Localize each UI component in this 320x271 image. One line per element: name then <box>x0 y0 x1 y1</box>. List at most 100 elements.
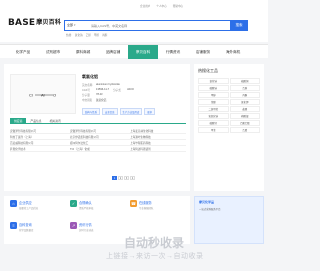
supplier-name[interactable]: 上海麦克林生化科技 <box>130 129 186 133</box>
hot-chemical-link[interactable]: 甲苯 <box>198 127 229 133</box>
property-key: 分子量 <box>82 93 90 97</box>
property-row: 中文别名 氯氧化铝 <box>82 97 186 102</box>
product-tag[interactable]: 更多 <box>144 108 156 115</box>
feature-desc: 海量化工产品供应 <box>19 206 39 210</box>
tab-2[interactable]: 相关资讯 <box>46 118 65 123</box>
property-value: 78.43 <box>96 93 103 96</box>
search-button[interactable]: 搜索 <box>230 20 248 31</box>
feature-desc: 实时行业动态 <box>79 228 94 232</box>
search-box: 全部 搜索 <box>64 20 248 31</box>
svg-text:Al: Al <box>41 93 45 98</box>
hot-chemical-link[interactable]: 氢氧化钠 <box>198 113 229 119</box>
factory-icon: ⌂ <box>10 200 17 207</box>
nav-item[interactable]: 海外商机 <box>218 45 248 59</box>
nav-item[interactable]: 店铺服务 <box>188 45 218 59</box>
chart-icon: ↗ <box>70 222 77 229</box>
page-button[interactable]: 3 <box>124 176 129 180</box>
headset-icon: ☎ <box>130 200 137 207</box>
hot-link[interactable]: 氯化钠 <box>75 33 83 37</box>
pagination: 1234 <box>112 176 135 180</box>
feature-title: 百科查询 <box>19 223 32 227</box>
hot-link[interactable]: 乙醇 <box>86 33 91 37</box>
feature-title: 合规确认 <box>79 201 92 205</box>
hot-chemical-link[interactable]: 氯化钠 <box>198 78 229 84</box>
feature-text: 在线服务 专业客服团队 <box>139 200 153 210</box>
promo-title: 摩贝化学品 <box>199 200 215 204</box>
feature-title: 资讯行情 <box>79 223 92 227</box>
feature-desc: 专业客服团队 <box>139 206 154 210</box>
hot-chemical-link[interactable]: 硝酸银 <box>229 113 260 119</box>
supplier-name[interactable]: 上海毕得医药科技 <box>130 141 186 145</box>
hot-link[interactable]: 丙酮 <box>102 33 107 37</box>
tab-0[interactable]: 供应商 <box>10 118 27 123</box>
supplier-name[interactable]: 郑州阿尔法化工 <box>70 141 130 145</box>
supplier-name[interactable]: TCI（上海）化成 <box>70 147 130 151</box>
nav-item[interactable]: 摩贝百科 <box>128 45 158 59</box>
supplier-name[interactable]: 安徽泽升科技有限公司 <box>10 129 70 133</box>
hot-chemical-link[interactable]: 乙醇 <box>229 85 260 91</box>
hot-chemical-link[interactable]: 甲醇 <box>198 92 229 98</box>
nav-item[interactable]: 化学产品 <box>8 45 38 59</box>
search-category-select[interactable]: 全部 <box>67 23 76 27</box>
hot-chemical-link[interactable]: 乙腈 <box>229 127 260 133</box>
property-key: CAS号 <box>82 88 90 92</box>
top-link[interactable]: 企业用户 <box>140 4 150 8</box>
shield-icon: ✓ <box>70 200 77 207</box>
logo-text: BASE <box>8 18 36 28</box>
watermark: 自动秒收录 上链接→来访一次→自动收录 <box>98 234 268 264</box>
top-link[interactable]: 帮助中心 <box>173 4 183 8</box>
hot-link[interactable]: 甲醇 <box>94 33 99 37</box>
molecule-structure-icon: Cl Al O <box>29 93 56 98</box>
nav-item[interactable]: 原料商城 <box>68 45 98 59</box>
hot-chemical-link[interactable]: 二氯甲烷 <box>198 106 229 112</box>
supplier-name[interactable]: 萨恩化学技术 <box>10 147 70 151</box>
product-tag[interactable]: 安全信息 <box>101 108 118 115</box>
page-button[interactable]: 1 <box>112 176 117 180</box>
nav-item[interactable]: 品牌店铺 <box>98 45 128 59</box>
feature-item[interactable]: ↗ 资讯行情 实时行业动态 <box>70 222 93 232</box>
feature-item[interactable]: ⌂ 企业供应 海量化工产品供应 <box>10 200 38 210</box>
nav-item[interactable]: 行情资讯 <box>158 45 188 59</box>
supplier-row: 萨恩化学技术 TCI（上海）化成 上海阿达玛斯试剂 <box>10 146 186 152</box>
tab-1[interactable]: 产品信息 <box>26 118 45 123</box>
supplier-name[interactable]: 北京伊诺凯科技有限公司 <box>70 135 130 139</box>
feature-text: 资讯行情 实时行业动态 <box>79 222 93 232</box>
product-tag[interactable]: 生产方法及用途 <box>119 108 143 115</box>
top-bar: BASE摩贝百科 企业用户 个人中心 帮助中心 全部 搜索 热搜: 氯化钠 乙醇… <box>0 0 268 42</box>
feature-item[interactable]: ≡ 百科查询 化学品数据库 <box>10 222 33 232</box>
hot-chemical-link[interactable]: 硫酸铜 <box>229 78 260 84</box>
nav-item[interactable]: 试剂超市 <box>38 45 68 59</box>
feature-text: 合规确认 资质严格审核 <box>79 200 93 210</box>
book-icon: ≡ <box>10 222 17 229</box>
hot-chemical-link[interactable]: 乙酸乙酯 <box>229 120 260 126</box>
page-button[interactable]: 2 <box>118 176 123 180</box>
hot-chemical-link[interactable]: 丙酮 <box>229 92 260 98</box>
feature-item[interactable]: ✓ 合规确认 资质严格审核 <box>70 200 93 210</box>
supplier-name[interactable]: 安徽泽升科技有限公司 <box>70 129 130 133</box>
feature-title: 企业供应 <box>19 201 32 205</box>
property-value: AlClO <box>127 88 134 91</box>
panel-title: 热搜化工品 <box>198 68 218 73</box>
product-properties: 英文名称 aluminium hydroxide CAS号 13596-11-7 分子式… <box>82 82 186 102</box>
feature-text: 企业供应 海量化工产品供应 <box>19 200 38 210</box>
product-tag[interactable]: 结构与性质 <box>82 108 100 115</box>
supplier-name[interactable]: 百灵威科技有限公司 <box>10 141 70 145</box>
hot-label: 热搜: <box>66 34 72 37</box>
top-link[interactable]: 个人中心 <box>156 4 166 8</box>
search-input[interactable] <box>91 23 211 29</box>
feature-text: 百科查询 化学品数据库 <box>19 222 33 232</box>
hot-chemical-link[interactable]: 碳酸钙 <box>198 120 229 126</box>
supplier-name[interactable]: 上海阿达玛斯试剂 <box>130 147 186 151</box>
product-card: Cl Al O 氧氯化铝 英文名称 aluminium hydroxide CAS号… <box>4 64 190 191</box>
hot-chemical-link[interactable]: 氯化钾 <box>229 99 260 105</box>
site-logo[interactable]: BASE摩贝百科 <box>8 18 61 28</box>
feature-title: 在线服务 <box>139 201 152 205</box>
supplier-name[interactable]: 上海源叶生物科技 <box>130 135 186 139</box>
supplier-name[interactable]: 阿拉丁试剂（上海） <box>10 135 70 139</box>
feature-item[interactable]: ☎ 在线服务 专业客服团队 <box>130 200 153 210</box>
page-button[interactable]: 4 <box>130 176 135 180</box>
hot-chemical-link[interactable]: 碳酸钠 <box>198 85 229 91</box>
hot-chemical-link[interactable]: 盐酸 <box>229 106 260 112</box>
hot-chemical-link[interactable]: 苯酚 <box>198 99 229 105</box>
hot-chemicals-grid: 氯化钠 硫酸铜 碳酸钠 乙醇 甲醇 丙酮 苯酚 氯化钾 二氯甲烷 盐酸 氢氧化钠 硝酸银 碳酸钙 乙酸乙酯… <box>198 78 260 133</box>
